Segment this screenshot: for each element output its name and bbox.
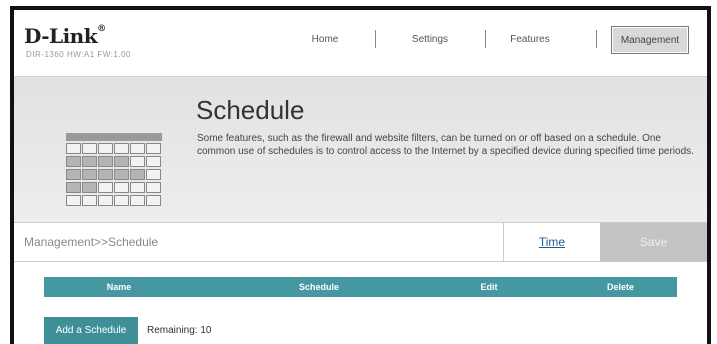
column-header-delete: Delete — [606, 282, 634, 292]
page-banner: Schedule Some features, such as the fire… — [14, 76, 707, 223]
calendar-icon — [66, 133, 162, 209]
model-info: DIR-1360 HW:A1 FW:1.00 — [26, 50, 131, 59]
nav-settings[interactable]: Settings — [400, 34, 460, 45]
remaining-count: Remaining: 10 — [147, 325, 212, 336]
nav-divider — [596, 30, 597, 48]
breadcrumb: Management>>Schedule — [24, 235, 159, 249]
nav-divider — [375, 30, 376, 48]
page-description: Some features, such as the firewall and … — [197, 133, 694, 157]
nav-home[interactable]: Home — [295, 34, 355, 45]
column-header-schedule: Schedule — [298, 282, 339, 292]
router-admin-window: D-Link® DIR-1360 HW:A1 FW:1.00 Home Sett… — [10, 6, 711, 344]
schedule-table-header: Name Schedule Edit Delete — [44, 277, 677, 297]
add-schedule-button[interactable]: Add a Schedule — [44, 317, 138, 344]
management-bar: Management>>Schedule Time Save — [14, 222, 707, 262]
save-button[interactable]: Save — [600, 223, 707, 261]
nav-features[interactable]: Features — [500, 34, 560, 45]
time-link[interactable]: Time — [503, 223, 600, 261]
column-header-name: Name — [106, 282, 132, 292]
nav-divider — [485, 30, 486, 48]
nav-management[interactable]: Management — [611, 26, 689, 54]
column-header-edit: Edit — [480, 282, 498, 292]
page-title: Schedule — [196, 95, 305, 125]
top-header: D-Link® DIR-1360 HW:A1 FW:1.00 Home Sett… — [14, 10, 707, 76]
dlink-logo: D-Link® — [24, 24, 106, 48]
